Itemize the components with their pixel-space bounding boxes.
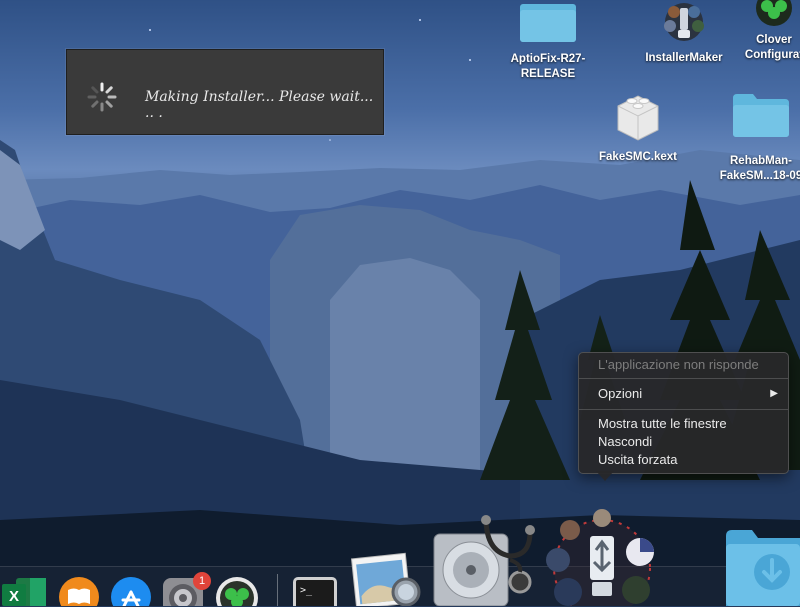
desktop-icon-aptiofix[interactable]: AptioFix-R27- RELEASE (500, 0, 596, 82)
notification-badge: 1 (193, 572, 211, 590)
installermaker-app-icon (664, 3, 704, 41)
menu-header-not-responding: L'applicazione non risponde (598, 357, 759, 372)
preview-app-icon[interactable] (348, 548, 424, 606)
desktop-icon-label: FakeSM...18-09 (719, 170, 800, 182)
desktop-icon-clover[interactable]: Clover Configurat (734, 0, 800, 63)
folder-icon (733, 94, 789, 137)
menu-pointer (596, 471, 614, 481)
installermaker-dock-icon[interactable] (544, 506, 660, 606)
menu-item-options[interactable]: Opzioni (598, 385, 642, 403)
desktop-icon-label: FakeSMC.kext (599, 151, 677, 163)
excel-letter: X (9, 588, 19, 605)
installer-progress-window: Making Installer... Please wait... .. . (66, 49, 384, 135)
dock-separator (277, 574, 278, 606)
menu-divider (579, 378, 788, 379)
menu-item-hide[interactable]: Nascondi (598, 433, 652, 451)
menu-item-show-all-windows[interactable]: Mostra tutte le finestre (598, 415, 727, 433)
desktop-icon-label: Configurat (744, 49, 800, 61)
desktop-icon-fakesmc[interactable]: FakeSMC.kext (590, 86, 686, 165)
app-store-icon[interactable] (110, 576, 152, 606)
disk-utility-app-icon[interactable] (430, 512, 540, 606)
installer-status-text: Making Installer... Please wait... .. . (145, 89, 374, 121)
submenu-arrow-icon: ▶ (770, 388, 778, 399)
clover-app-icon (756, 0, 792, 26)
kext-lego-icon (617, 95, 659, 141)
books-app-icon[interactable] (58, 576, 100, 606)
desktop-icon-label: RELEASE (520, 68, 576, 80)
terminal-prompt: >_ (300, 585, 313, 596)
menu-divider (579, 409, 788, 410)
clover-configurator-dock-icon[interactable] (214, 576, 260, 606)
menu-item-force-quit[interactable]: Uscita forzata (598, 451, 677, 469)
desktop-icon-rehabman[interactable]: RehabMan- FakeSM...18-09 (706, 92, 800, 184)
dock-context-menu: L'applicazione non risponde Opzioni ▶ Mo… (578, 352, 789, 474)
loading-spinner-icon (87, 82, 117, 112)
desktop-icon-label: AptioFix-R27- (510, 53, 586, 65)
excel-app-icon[interactable]: X (2, 578, 46, 606)
desktop-icon-label: RehabMan- (730, 155, 792, 167)
desktop-icon-label: InstallerMaker (645, 52, 723, 64)
desktop-icon-label: Clover (756, 34, 792, 46)
downloads-folder-icon[interactable] (726, 528, 800, 606)
folder-icon (520, 4, 576, 42)
terminal-app-icon[interactable]: >_ (292, 576, 338, 606)
desktop-icon-installermaker[interactable]: InstallerMaker (636, 0, 732, 66)
